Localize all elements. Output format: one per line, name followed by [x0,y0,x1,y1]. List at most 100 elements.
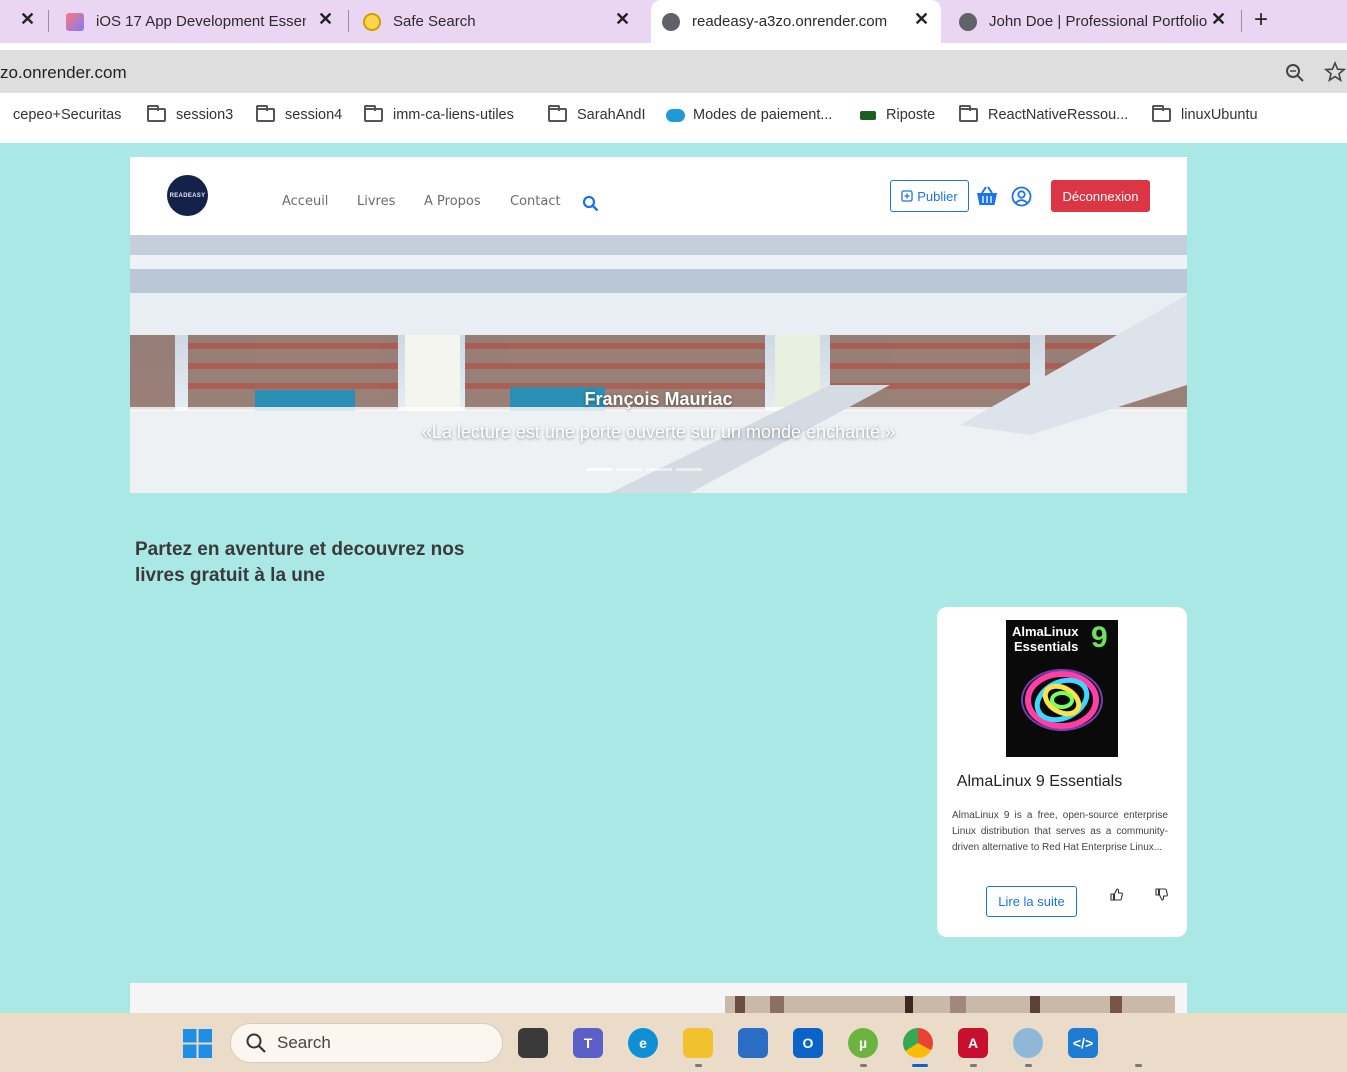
address-bar[interactable] [0,50,1347,93]
close-icon[interactable]: ✕ [615,9,630,30]
bookmark-label: imm-ca-liens-utiles [393,107,514,123]
running-indicator [860,1064,867,1067]
utorrent-icon[interactable]: µ [848,1028,878,1058]
read-more-button[interactable]: Lire la suite [986,886,1077,917]
carousel-indicator-active[interactable] [586,468,612,471]
bookmark-folder[interactable]: session4 [256,105,343,123]
nav-link-accueil[interactable]: Acceuil [282,194,328,209]
bookmark-folder[interactable]: session3 [147,105,234,123]
close-icon[interactable]: ✕ [1211,9,1226,30]
tab-portfolio[interactable]: John Doe | Professional Portfolio ✕ [959,0,1229,43]
hero-carousel[interactable]: François Mauriac «La lecture est une por… [130,235,1187,493]
nav-link-livres[interactable]: Livres [357,194,395,209]
folder-icon [147,105,166,122]
logo-text: READEASY [169,192,206,199]
book-cover[interactable]: AlmaLinux Essentials 9 [1006,620,1118,757]
bookmark-label: Riposte [886,107,936,123]
publish-button[interactable]: Publier [890,180,969,212]
bookmark-label: session3 [176,107,234,123]
search-icon [246,1033,266,1053]
teams-icon[interactable]: T [573,1028,603,1058]
bookmark-folder[interactable]: SarahAndI [548,105,646,123]
url-text[interactable]: zo.onrender.com [0,63,127,83]
running-indicator [970,1064,977,1067]
vscode-icon[interactable]: </> [1068,1028,1098,1058]
swift-icon [66,12,84,31]
tab-ios17[interactable]: iOS 17 App Development Essen ✕ [66,0,346,43]
user-icon[interactable] [1011,186,1032,207]
nav-link-a-propos[interactable]: A Propos [424,194,481,209]
taskbar-search-label: Search [277,1033,331,1052]
plus-square-icon [901,190,913,202]
globe-icon [959,12,977,31]
chrome-icon[interactable] [903,1028,933,1058]
bookmark-item[interactable]: Modes de paiement... [666,107,832,123]
thumbs-up-icon[interactable] [1110,888,1123,901]
tab-separator [1241,10,1242,32]
riposte-icon [860,110,876,120]
windows-start-icon[interactable] [183,1029,212,1058]
taskbar-search[interactable]: Search [230,1023,503,1063]
tab-title: iOS 17 App Development Essen [96,13,306,30]
bookmark-folder[interactable]: imm-ca-liens-utiles [364,105,514,123]
carousel-indicator[interactable] [676,468,702,471]
bookmark-label: cepeo+Securitas [13,107,122,123]
hero-quote: «La lecture est une porte ouverte sur un… [421,422,896,442]
folder-icon [1152,105,1171,122]
search-icon[interactable] [582,195,599,212]
tab-title: readeasy-a3zo.onrender.com [692,13,888,30]
tab-title: Safe Search [393,13,476,30]
bookmark-label: session4 [285,107,343,123]
library-image [130,235,1187,493]
carousel-indicator[interactable] [616,468,642,471]
folder-icon [364,105,383,122]
tab-readeasy[interactable]: readeasy-a3zo.onrender.com ✕ [662,0,937,43]
star-icon[interactable] [1324,61,1346,83]
active-indicator [912,1064,928,1067]
close-icon[interactable]: ✕ [318,9,333,30]
tab-safe-search[interactable]: Safe Search ✕ [363,0,643,43]
cover-swirl-art [1021,669,1103,731]
section-headline: Partez en aventure et decouvrez nos livr… [135,539,465,586]
task-view-icon[interactable] [518,1028,548,1058]
folder-icon [256,105,275,122]
publish-label: Publier [917,188,958,204]
bookmark-label: Modes de paiement... [693,107,833,123]
carousel-indicator[interactable] [646,468,672,471]
logout-button[interactable]: Déconnexion [1051,180,1150,212]
bookmark-folder[interactable]: linuxUbuntu [1152,105,1258,123]
store-icon[interactable] [738,1028,768,1058]
bookmark-folder[interactable]: ReactNativeRessou... [959,105,1129,123]
bookmark-label: ReactNativeRessou... [988,107,1129,123]
close-icon[interactable]: ✕ [914,9,929,30]
close-icon[interactable]: ✕ [20,9,35,30]
nav-link-contact[interactable]: Contact [510,194,561,209]
hero-author: François Mauriac [584,389,733,409]
folder-icon [959,105,978,122]
running-indicator [1025,1064,1032,1067]
tab-separator [348,10,349,32]
globe-icon [662,12,680,31]
eye-app-icon[interactable] [1013,1028,1043,1058]
basket-icon[interactable] [975,185,999,207]
folder-icon [548,105,567,122]
file-explorer-icon[interactable] [683,1028,713,1058]
running-indicator [695,1064,702,1067]
tab-0[interactable]: ✕ [0,0,48,43]
outlook-icon[interactable]: O [793,1028,823,1058]
zoom-icon[interactable] [1285,63,1305,83]
running-indicator [1135,1064,1142,1067]
check-icon [363,12,381,31]
bookmark-label: linuxUbuntu [1181,107,1258,123]
bookmark-item[interactable]: Riposte [860,107,935,123]
cloud-icon [666,108,685,122]
bookmark-item[interactable]: cepeo+Securitas [13,107,121,123]
bookmark-label: SarahAndI [577,107,646,123]
edge-icon[interactable]: e [628,1028,658,1058]
acrobat-icon[interactable]: A [958,1028,988,1058]
new-tab-button[interactable]: + [1254,6,1268,34]
thumbs-down-icon[interactable] [1155,888,1168,901]
book-title: AlmaLinux 9 Essentials [956,773,1123,790]
site-logo[interactable]: READEASY [167,175,208,216]
tab-separator [48,10,49,32]
